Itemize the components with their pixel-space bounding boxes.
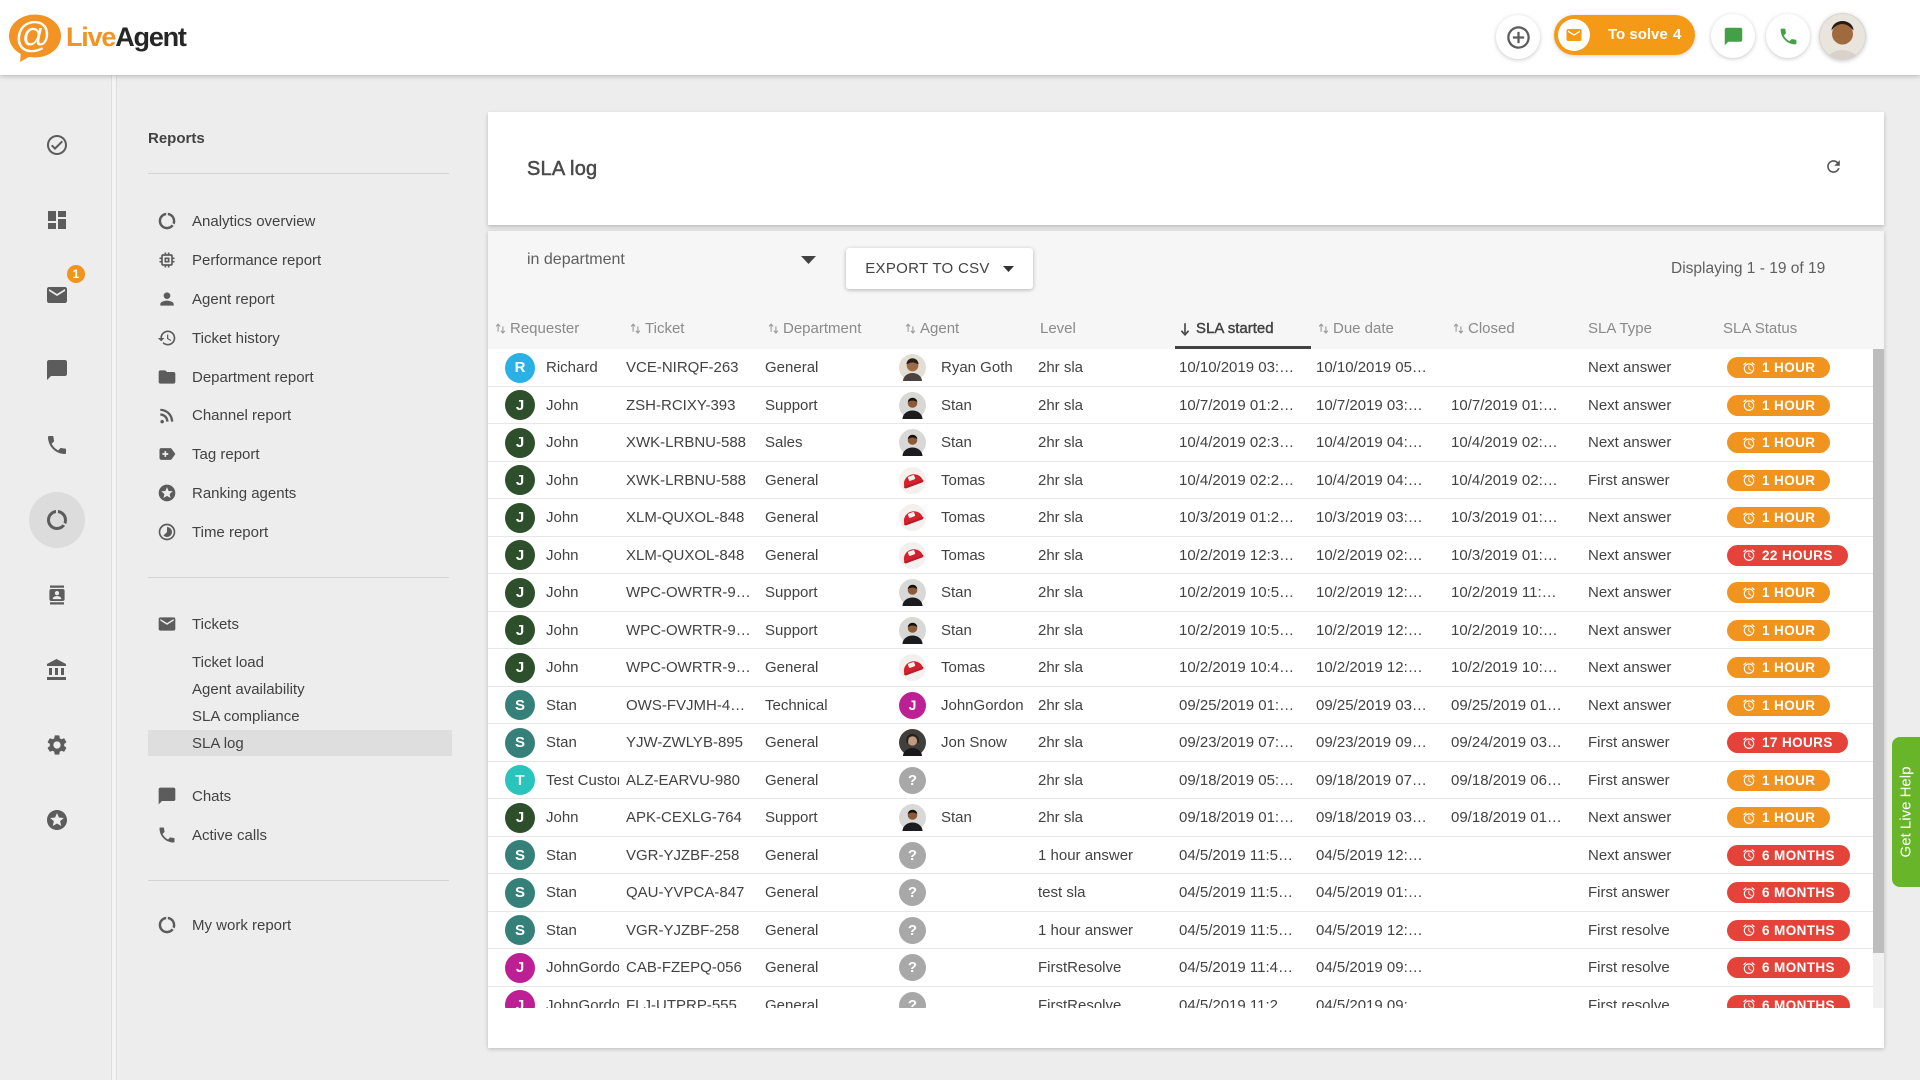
svg-text:@: @: [15, 14, 52, 55]
